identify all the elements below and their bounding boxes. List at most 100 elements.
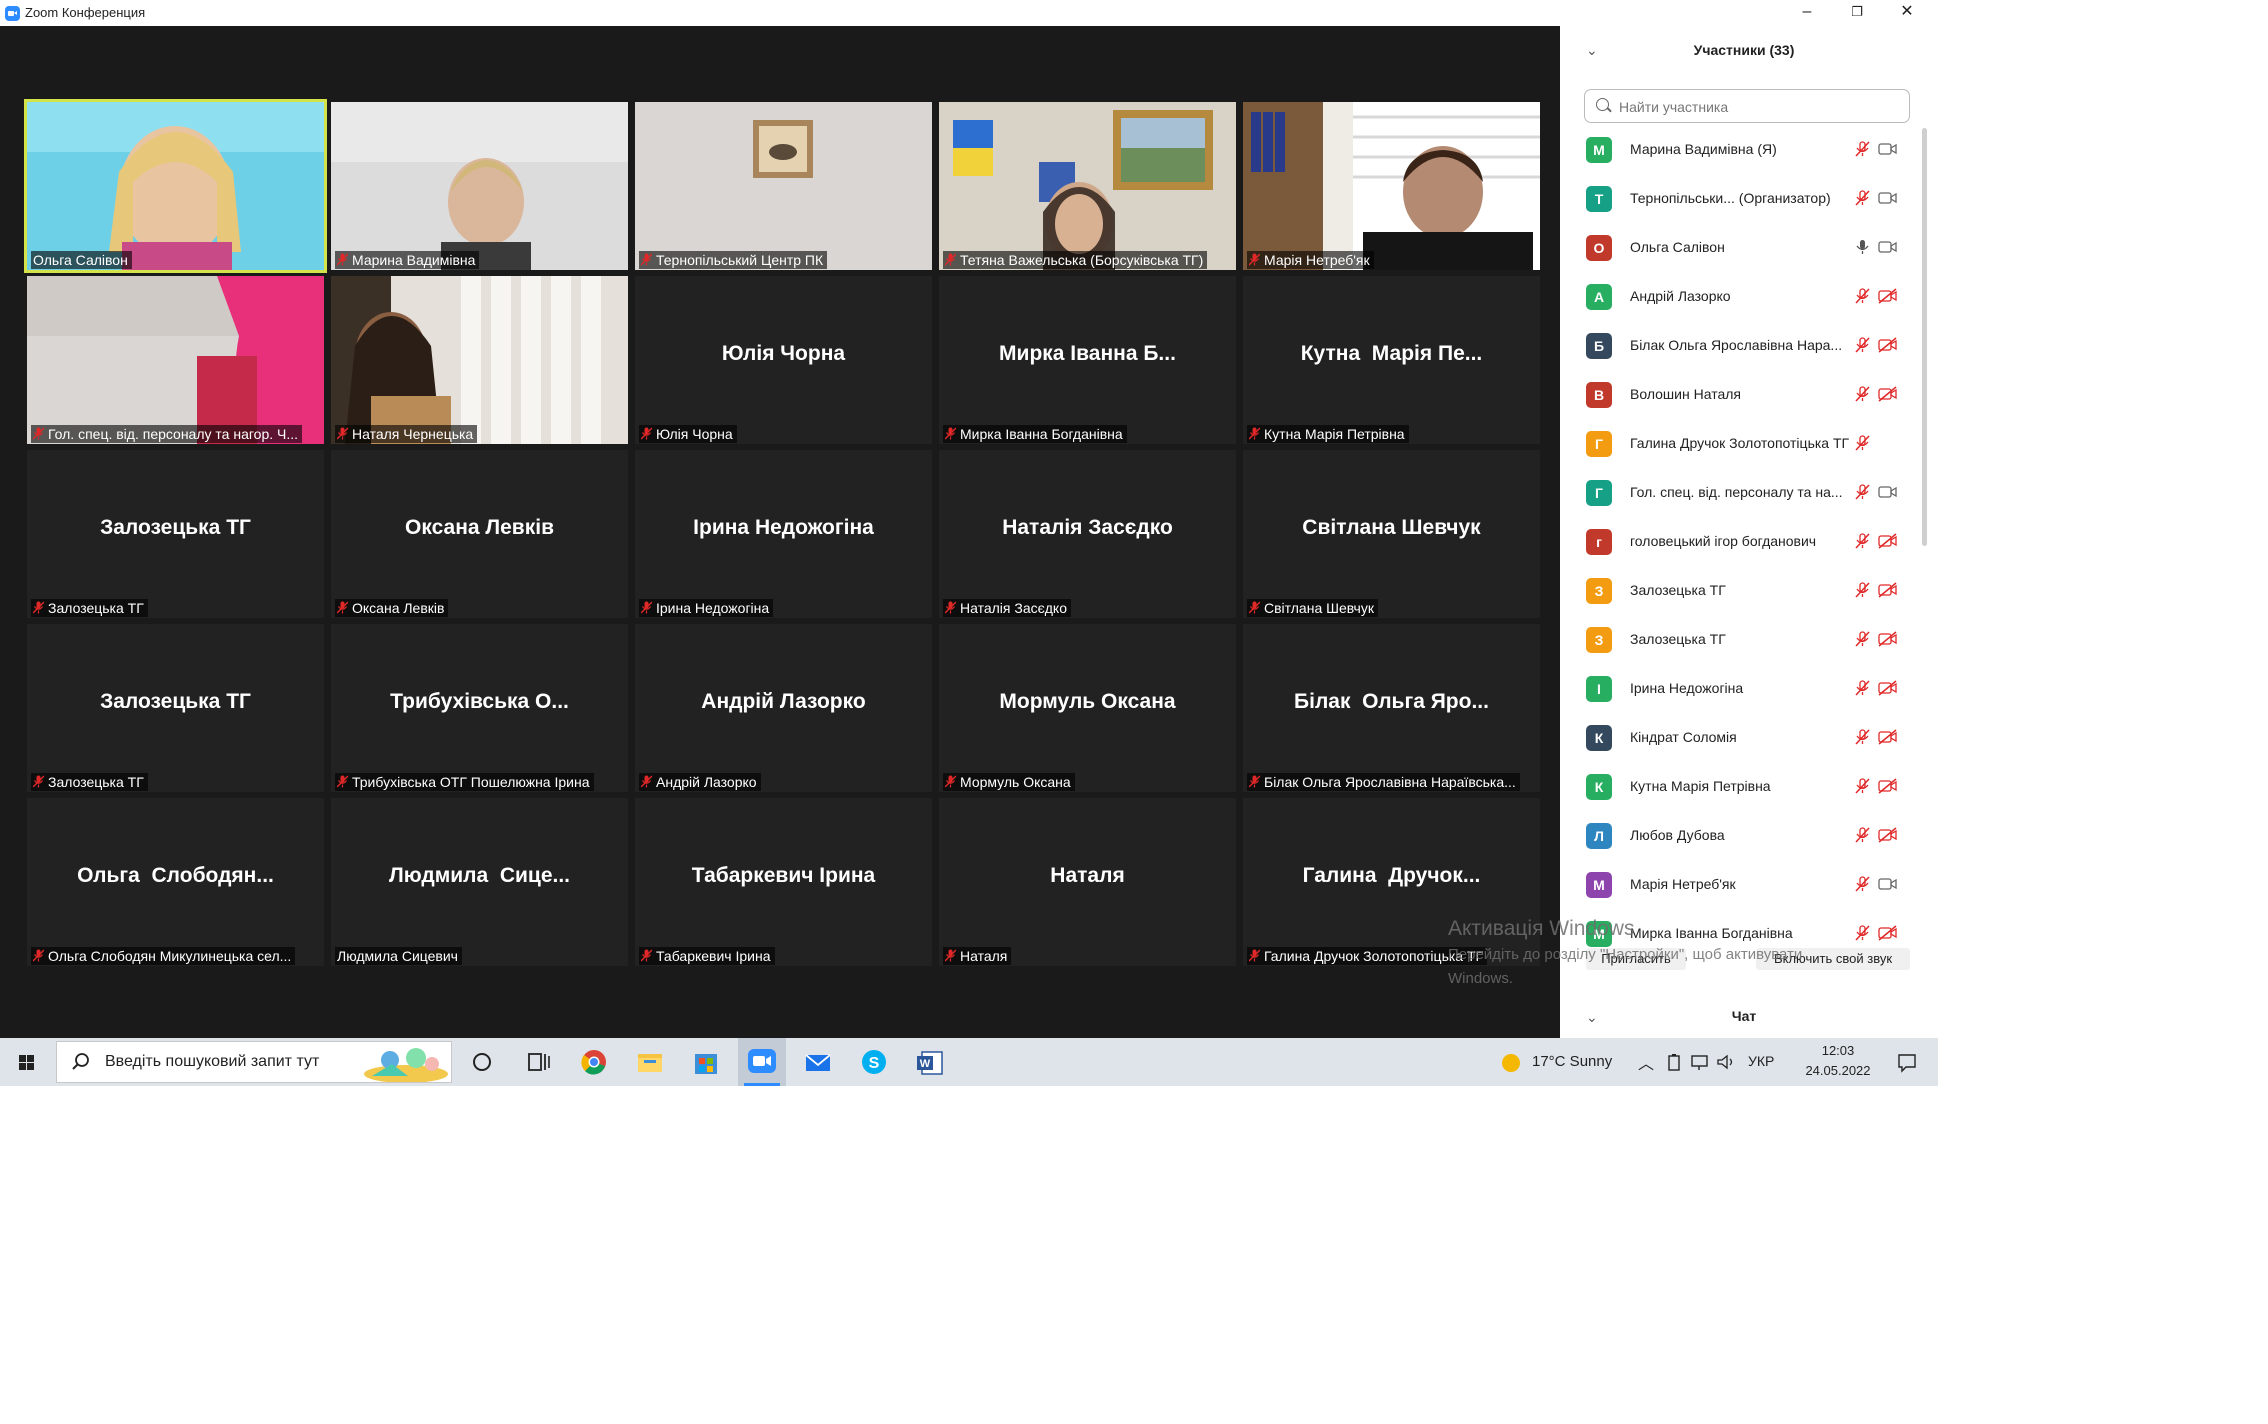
participant-row[interactable]: М Марія Нетреб'як: [1560, 861, 1908, 908]
video-off-icon[interactable]: [1878, 729, 1898, 745]
video-tile[interactable]: Марина Вадимівна: [331, 102, 628, 270]
start-button[interactable]: [0, 1038, 54, 1086]
close-button[interactable]: ✕: [1882, 0, 1928, 26]
task-view-icon[interactable]: [520, 1044, 556, 1080]
cortana-icon[interactable]: [464, 1044, 500, 1080]
video-off-icon[interactable]: [1878, 778, 1898, 794]
chat-section-header[interactable]: ⌄ Чат: [1560, 996, 1928, 1038]
muted-mic-icon[interactable]: [1853, 287, 1871, 305]
participant-row[interactable]: Г Галина Дручок Золотопотіцька ТГ: [1560, 420, 1908, 467]
participant-row[interactable]: К Кіндрат Соломія: [1560, 714, 1908, 761]
muted-mic-icon[interactable]: [1853, 679, 1871, 697]
video-off-icon[interactable]: [1878, 925, 1898, 941]
show-hidden-icons-chevron-icon[interactable]: ︿: [1638, 1050, 1654, 1074]
clock-date[interactable]: 24.05.2022: [1800, 1063, 1876, 1078]
video-tile[interactable]: Залозецька ТГ Залозецька ТГ: [27, 624, 324, 792]
video-tile[interactable]: Юлія Чорна Юлія Чорна: [635, 276, 932, 444]
video-off-icon[interactable]: [1878, 337, 1898, 353]
video-off-icon[interactable]: [1878, 288, 1898, 304]
video-camera-icon[interactable]: [1878, 876, 1898, 892]
muted-mic-icon[interactable]: [1853, 924, 1871, 942]
participant-row[interactable]: З Залозецька ТГ: [1560, 616, 1908, 663]
video-tile[interactable]: Тетяна Важельська (Борсуківська ТГ): [939, 102, 1236, 270]
video-tile[interactable]: Наталія Засєдко Наталія Засєдко: [939, 450, 1236, 618]
muted-mic-icon[interactable]: [1853, 140, 1871, 158]
participant-search-input[interactable]: [1617, 96, 1901, 118]
participant-row[interactable]: І Ірина Недожогіна: [1560, 665, 1908, 712]
input-language[interactable]: УКР: [1748, 1053, 1774, 1069]
muted-mic-icon[interactable]: [1853, 875, 1871, 893]
video-off-icon[interactable]: [1878, 680, 1898, 696]
skype-icon[interactable]: S: [856, 1044, 892, 1080]
muted-mic-icon[interactable]: [1853, 483, 1871, 501]
video-tile[interactable]: Світлана Шевчук Світлана Шевчук: [1243, 450, 1540, 618]
word-icon[interactable]: W: [912, 1044, 948, 1080]
muted-mic-icon[interactable]: [1853, 336, 1871, 354]
muted-mic-icon[interactable]: [1853, 728, 1871, 746]
file-explorer-icon[interactable]: [632, 1044, 668, 1080]
participant-row[interactable]: Л Любов Дубова: [1560, 812, 1908, 859]
notifications-icon[interactable]: [1896, 1052, 1918, 1074]
video-tile[interactable]: Марія Нетреб'як: [1243, 102, 1540, 270]
taskbar-search-box[interactable]: Введіть пошуковий запит тут: [56, 1041, 452, 1083]
participants-scrollbar[interactable]: [1922, 128, 1927, 546]
video-tile[interactable]: Мирка Іванна Б... Мирка Іванна Богданівна: [939, 276, 1236, 444]
chrome-icon[interactable]: [576, 1044, 612, 1080]
video-tile[interactable]: Оксана Левків Оксана Левків: [331, 450, 628, 618]
muted-mic-icon[interactable]: [1853, 434, 1871, 452]
weather-text[interactable]: 17°C Sunny: [1532, 1053, 1612, 1070]
participant-row[interactable]: Г Гол. спец. від. персоналу та на...: [1560, 469, 1908, 516]
participant-row[interactable]: З Залозецька ТГ: [1560, 567, 1908, 614]
participant-search[interactable]: [1584, 89, 1910, 123]
video-off-icon[interactable]: [1878, 827, 1898, 843]
microsoft-store-icon[interactable]: [688, 1044, 724, 1080]
video-tile[interactable]: Білак Ольга Яро... Білак Ольга Ярославівн…: [1243, 624, 1540, 792]
video-tile[interactable]: Кутна Марія Пе... Кутна Марія Петрівна: [1243, 276, 1540, 444]
participant-row[interactable]: г головецький ігор богданович: [1560, 518, 1908, 565]
volume-icon[interactable]: [1716, 1053, 1736, 1071]
video-tile[interactable]: Трибухівська О... Трибухівська ОТГ Пошелю…: [331, 624, 628, 792]
video-tile[interactable]: Ірина Недожогіна Ірина Недожогіна: [635, 450, 932, 618]
video-off-icon[interactable]: [1878, 386, 1898, 402]
video-tile[interactable]: Залозецька ТГ Залозецька ТГ: [27, 450, 324, 618]
muted-mic-icon[interactable]: [1853, 777, 1871, 795]
muted-mic-icon[interactable]: [1853, 826, 1871, 844]
video-tile[interactable]: Гол. спец. від. персоналу та нагор. Ч...: [27, 276, 324, 444]
participant-row[interactable]: Б Білак Ольга Ярославівна Нара...: [1560, 322, 1908, 369]
muted-mic-icon[interactable]: [1853, 532, 1871, 550]
video-tile[interactable]: Тернопільський Центр ПК: [635, 102, 932, 270]
participant-row[interactable]: Т Тернопільськи... (Организатор): [1560, 175, 1908, 222]
battery-icon[interactable]: [1666, 1053, 1682, 1071]
video-tile[interactable]: Андрій Лазорко Андрій Лазорко: [635, 624, 932, 792]
video-off-icon[interactable]: [1878, 582, 1898, 598]
participant-row[interactable]: А Андрій Лазорко: [1560, 273, 1908, 320]
clock-time[interactable]: 12:03: [1808, 1043, 1868, 1058]
muted-mic-icon[interactable]: [1853, 189, 1871, 207]
participant-row[interactable]: М Марина Вадимівна (Я): [1560, 126, 1908, 173]
video-off-icon[interactable]: [1878, 533, 1898, 549]
muted-mic-icon[interactable]: [1853, 581, 1871, 599]
mail-icon[interactable]: [800, 1044, 836, 1080]
video-tile[interactable]: Ольга Салівон: [24, 99, 327, 273]
zoom-taskbar-active[interactable]: [738, 1038, 786, 1086]
video-tile[interactable]: Ольга Слободян... Ольга Слободян Микулине…: [27, 798, 324, 966]
participant-row[interactable]: К Кутна Марія Петрівна: [1560, 763, 1908, 810]
video-tile[interactable]: Табаркевич Ірина Табаркевич Ірина: [635, 798, 932, 966]
video-tile[interactable]: Людмила Сице... Людмила Сицевич: [331, 798, 628, 966]
restore-button[interactable]: ❐: [1832, 0, 1882, 26]
video-tile[interactable]: Наталя Чернецька: [331, 276, 628, 444]
video-camera-icon[interactable]: [1878, 190, 1898, 206]
network-icon[interactable]: [1690, 1053, 1710, 1071]
muted-mic-icon[interactable]: [1853, 385, 1871, 403]
video-tile[interactable]: Мормуль Оксана Мормуль Оксана: [939, 624, 1236, 792]
video-off-icon[interactable]: [1878, 631, 1898, 647]
video-camera-icon[interactable]: [1878, 141, 1898, 157]
participant-row[interactable]: В Волошин Наталя: [1560, 371, 1908, 418]
minimize-button[interactable]: –: [1782, 0, 1832, 26]
video-tile[interactable]: Наталя Наталя: [939, 798, 1236, 966]
participant-row[interactable]: О Ольга Салівон: [1560, 224, 1908, 271]
video-camera-icon[interactable]: [1878, 484, 1898, 500]
mic-icon[interactable]: [1853, 238, 1871, 256]
video-camera-icon[interactable]: [1878, 239, 1898, 255]
muted-mic-icon[interactable]: [1853, 630, 1871, 648]
